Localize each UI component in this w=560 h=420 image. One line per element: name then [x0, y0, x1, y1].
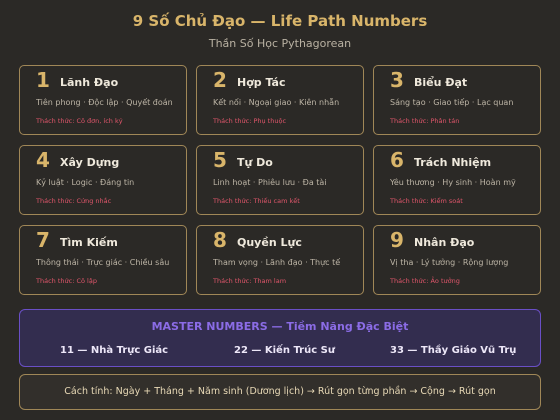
card-name: Quyền Lực	[237, 236, 302, 249]
card-5: 5 Tự Do Linh hoạt · Phiêu lưu · Đa tài T…	[196, 145, 364, 215]
calculation-formula: Cách tính: Ngày + Tháng + Năm sinh (Dươn…	[64, 386, 496, 397]
card-traits: Sáng tạo · Giao tiếp · Lạc quan	[390, 98, 514, 107]
card-traits: Tiên phong · Độc lập · Quyết đoán	[36, 98, 173, 107]
card-challenge: Thách thức: Kiểm soát	[390, 197, 463, 205]
card-name: Nhân Đạo	[414, 236, 475, 249]
card-number: 8	[213, 228, 227, 252]
card-name: Tìm Kiếm	[60, 236, 118, 249]
card-number: 4	[36, 148, 50, 172]
card-4: 4 Xây Dựng Kỷ luật · Logic · Đáng tin Th…	[19, 145, 187, 215]
master-number-11: 11 — Nhà Trực Giác	[60, 345, 169, 356]
card-challenge: Thách thức: Cô đơn, ích kỷ	[36, 117, 123, 125]
card-name: Xây Dựng	[60, 156, 120, 169]
card-8: 8 Quyền Lực Tham vọng · Lãnh đạo · Thực …	[196, 225, 364, 295]
card-challenge: Thách thức: Phụ thuộc	[213, 117, 287, 125]
card-9: 9 Nhân Đạo Vị tha · Lý tưởng · Rộng lượn…	[373, 225, 541, 295]
card-3: 3 Biểu Đạt Sáng tạo · Giao tiếp · Lạc qu…	[373, 65, 541, 135]
card-challenge: Thách thức: Thiếu cam kết	[213, 197, 300, 205]
card-6: 6 Trách Nhiệm Yêu thương · Hy sinh · Hoà…	[373, 145, 541, 215]
card-7: 7 Tìm Kiếm Thông thái · Trực giác · Chiề…	[19, 225, 187, 295]
card-challenge: Thách thức: Ảo tưởng	[390, 277, 460, 285]
card-number: 6	[390, 148, 404, 172]
page-title: 9 Số Chủ Đạo — Life Path Numbers	[132, 12, 428, 30]
card-2: 2 Hợp Tác Kết nối · Ngoại giao · Kiên nh…	[196, 65, 364, 135]
card-challenge: Thách thức: Phân tán	[390, 117, 460, 125]
master-numbers-title: MASTER NUMBERS — Tiềm Năng Đặc Biệt	[151, 320, 409, 333]
page-subtitle: Thần Số Học Pythagorean	[208, 37, 352, 50]
card-challenge: Thách thức: Cô lập	[36, 277, 97, 285]
card-challenge: Thách thức: Tham lam	[213, 277, 287, 285]
card-traits: Linh hoạt · Phiêu lưu · Đa tài	[213, 178, 327, 187]
card-name: Lãnh Đạo	[60, 76, 119, 89]
card-name: Hợp Tác	[237, 76, 286, 89]
master-number-22: 22 — Kiến Trúc Sư	[234, 345, 335, 356]
card-traits: Kỷ luật · Logic · Đáng tin	[36, 178, 135, 187]
card-1: 1 Lãnh Đạo Tiên phong · Độc lập · Quyết …	[19, 65, 187, 135]
master-numbers-panel: MASTER NUMBERS — Tiềm Năng Đặc Biệt 11 —…	[19, 309, 541, 367]
card-number: 5	[213, 148, 227, 172]
card-traits: Thông thái · Trực giác · Chiều sâu	[36, 258, 170, 267]
card-number: 9	[390, 228, 404, 252]
card-traits: Kết nối · Ngoại giao · Kiên nhẫn	[213, 98, 340, 107]
calculation-formula-panel: Cách tính: Ngày + Tháng + Năm sinh (Dươn…	[19, 374, 541, 410]
card-traits: Vị tha · Lý tưởng · Rộng lượng	[390, 258, 509, 267]
card-challenge: Thách thức: Cứng nhắc	[36, 197, 112, 205]
card-number: 2	[213, 68, 227, 92]
master-number-33: 33 — Thầy Giáo Vũ Trụ	[390, 345, 517, 356]
card-number: 1	[36, 68, 50, 92]
card-number: 3	[390, 68, 404, 92]
card-name: Trách Nhiệm	[414, 156, 492, 169]
card-traits: Yêu thương · Hy sinh · Hoàn mỹ	[390, 178, 516, 187]
card-name: Biểu Đạt	[414, 76, 468, 89]
card-number: 7	[36, 228, 50, 252]
card-traits: Tham vọng · Lãnh đạo · Thực tế	[213, 258, 341, 267]
card-name: Tự Do	[237, 156, 273, 169]
